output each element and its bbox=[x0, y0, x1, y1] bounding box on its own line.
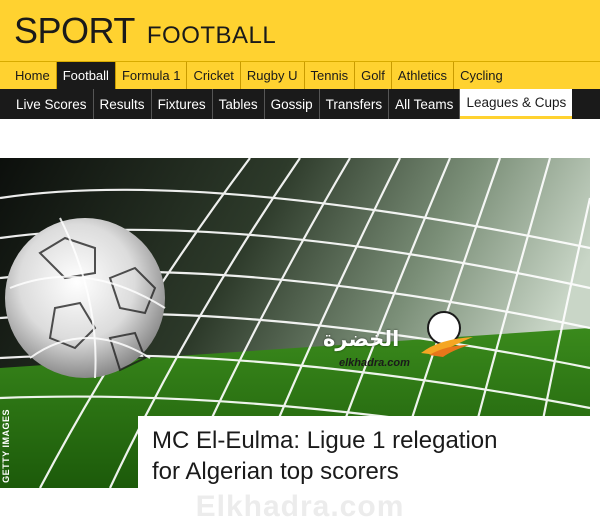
elkhadra-watermark-logo: الخضرة elkhadra.com bbox=[323, 311, 483, 373]
secondary-nav: Live Scores Results Fixtures Tables Gossip Tr… bbox=[0, 89, 600, 119]
article-headline[interactable]: MC El-Eulma: Ligue 1 relegation for Alge… bbox=[152, 425, 590, 487]
nav-item-tennis[interactable]: Tennis bbox=[305, 62, 356, 89]
nav-item-golf[interactable]: Golf bbox=[355, 62, 392, 89]
nav-item-rugby-u[interactable]: Rugby U bbox=[241, 62, 305, 89]
subnav-item-results[interactable]: Results bbox=[94, 89, 152, 119]
logo-arabic-text: الخضرة bbox=[323, 327, 400, 351]
headline-line-1: MC El-Eulma: Ligue 1 relegation bbox=[152, 427, 498, 454]
subnav-item-tables[interactable]: Tables bbox=[213, 89, 265, 119]
subnav-item-live-scores[interactable]: Live Scores bbox=[10, 89, 94, 119]
nav-item-home[interactable]: Home bbox=[9, 62, 57, 89]
subnav-item-gossip[interactable]: Gossip bbox=[265, 89, 320, 119]
swoosh-icon bbox=[421, 337, 473, 357]
brand-sport-logo[interactable]: SPORT bbox=[14, 10, 135, 52]
subnav-item-transfers[interactable]: Transfers bbox=[320, 89, 390, 119]
logo-url-text: elkhadra.com bbox=[339, 357, 410, 369]
headline-box[interactable]: MC El-Eulma: Ligue 1 relegation for Alge… bbox=[138, 416, 590, 494]
brand[interactable]: SPORT FOOTBALL bbox=[14, 10, 276, 52]
nav-item-cricket[interactable]: Cricket bbox=[187, 62, 241, 89]
headline-line-2: for Algerian top scorers bbox=[152, 458, 399, 485]
subnav-item-leagues-cups[interactable]: Leagues & Cups bbox=[460, 89, 573, 119]
site-header: SPORT FOOTBALL bbox=[0, 0, 600, 61]
nav-item-cycling[interactable]: Cycling bbox=[454, 62, 509, 89]
nav-item-football[interactable]: Football bbox=[56, 62, 116, 89]
nav-item-athletics[interactable]: Athletics bbox=[392, 62, 455, 89]
subnav-item-fixtures[interactable]: Fixtures bbox=[152, 89, 213, 119]
nav-item-formula-1[interactable]: Formula 1 bbox=[116, 62, 188, 89]
subnav-item-all-teams[interactable]: All Teams bbox=[389, 89, 461, 119]
footer-watermark: Elkhadra.com bbox=[195, 490, 405, 518]
section-title[interactable]: FOOTBALL bbox=[147, 22, 276, 50]
primary-nav: Home Football Formula 1 Cricket Rugby U Tenni… bbox=[0, 61, 600, 89]
photo-credit: GETTY IMAGES bbox=[1, 409, 11, 483]
